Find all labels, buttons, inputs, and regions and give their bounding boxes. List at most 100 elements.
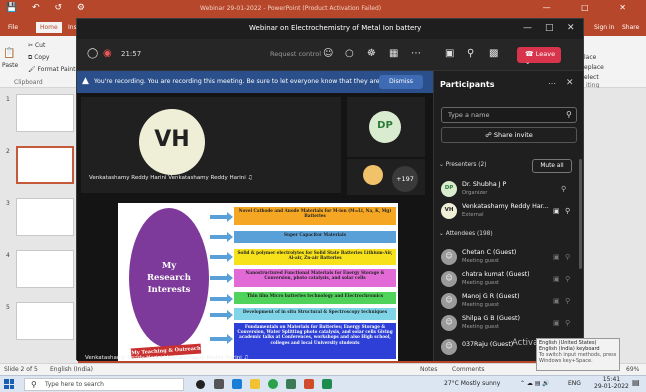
mute-all-button[interactable]: Mute all	[532, 159, 572, 173]
participant-row[interactable]: ☺ chatra kumat (Guest) Meeting guest ▣ ⚲	[441, 269, 577, 291]
guest-avatar-icon: ☺	[441, 339, 457, 355]
comments-button[interactable]: Comments	[452, 366, 485, 373]
share-button[interactable]: Share	[622, 24, 639, 31]
windows-taskbar: ⚲ Type here to search 27°C Mostly sunny …	[0, 375, 646, 392]
video-off-icon: ▣	[553, 275, 560, 283]
select-button[interactable]: elect	[584, 74, 599, 81]
video-tile-small[interactable]: DP	[347, 97, 425, 157]
participant-name: chatra kumat (Guest)	[462, 271, 530, 278]
copy-button[interactable]: ⧉ Copy	[28, 54, 49, 62]
dismiss-button[interactable]: Dismiss	[379, 75, 423, 89]
info-icon[interactable]: ◯	[87, 48, 98, 60]
notifications-icon[interactable]: ▤	[632, 378, 640, 387]
windows-start-icon[interactable]	[4, 379, 14, 389]
slide-thumbnail-4[interactable]	[16, 250, 74, 288]
share-invite-button[interactable]: ☍ Share invite	[441, 127, 577, 143]
meeting-toolbar: ◯ ◉ 21:57 Request control ☺ ○ ☸ ▦ ⋯ ▣ ⚲ …	[77, 39, 583, 71]
more-options-icon[interactable]: ⋯	[411, 48, 421, 60]
format-painter-button[interactable]: 🖌 Format Painter	[28, 66, 82, 73]
replace-button[interactable]: eplace	[584, 64, 604, 71]
close-icon[interactable]: ✕	[566, 78, 574, 88]
research-box: Solid & polymer electrolytes for Solid S…	[234, 249, 396, 265]
language-status[interactable]: English (India)	[50, 366, 93, 373]
weather-widget[interactable]: 27°C Mostly sunny	[444, 380, 500, 387]
leave-button[interactable]: ☎ Leave ⌄	[517, 47, 561, 66]
participant-name: Venkatashamy Reddy Har...	[462, 203, 549, 210]
slide-thumbnail-1[interactable]	[16, 94, 74, 132]
notes-button[interactable]: Notes	[420, 366, 437, 373]
participant-role: Organizer	[462, 190, 488, 196]
place-label[interactable]: lace	[584, 54, 596, 61]
research-box: Nanostructured Functional Materials for …	[234, 269, 396, 287]
cut-button[interactable]: ✂ Cut	[28, 42, 45, 49]
participant-row[interactable]: VH Venkatashamy Reddy Har... External ▣ …	[441, 201, 577, 223]
store-icon[interactable]	[286, 379, 296, 389]
shared-slide: My Research Interests Novel Cathode and …	[118, 203, 398, 361]
avatar: DP	[441, 181, 457, 197]
cortana-icon[interactable]	[196, 380, 205, 389]
participant-row[interactable]: ☺ Chetan C (Guest) Meeting guest ▣ ⚲	[441, 247, 577, 269]
video-off-icon: ▣	[553, 297, 560, 305]
audio-icon: ♫	[247, 175, 253, 181]
close-icon[interactable]: ✕	[567, 23, 575, 33]
video-tile-main[interactable]: VH Venkatashamy Reddy Harini Venkatasham…	[81, 97, 341, 193]
task-view-icon[interactable]	[214, 379, 224, 389]
participants-icon[interactable]: ☺	[323, 48, 333, 60]
video-off-icon[interactable]: ▣	[445, 48, 454, 60]
webex-meeting-window: Webinar on Electrochemistry of Metal Ion…	[76, 18, 584, 361]
mic-muted-icon[interactable]: ⚲	[561, 185, 566, 193]
mic-icon[interactable]: ⚲	[565, 207, 570, 215]
participants-panel: Participants ⋯ ✕ Type a name ⚲ ☍ Share i…	[433, 71, 583, 361]
presenters-section-header[interactable]: ⌄ Presenters (2)	[439, 162, 486, 168]
participants-scrollbar[interactable]	[579, 159, 582, 269]
chrome-icon[interactable]	[268, 379, 278, 389]
minimize-icon[interactable]: —	[523, 23, 532, 33]
slide-thumbnail-3[interactable]	[16, 198, 74, 236]
edge-icon[interactable]	[232, 379, 242, 389]
participant-row[interactable]: ☺ Shilpa G B (Guest) Meeting guest ▣ ⚲	[441, 313, 577, 335]
zoom-level[interactable]: 69%	[626, 366, 639, 373]
participant-search-input[interactable]: Type a name ⚲	[441, 107, 577, 123]
quick-access-toolbar[interactable]: 💾 ↶ ↺ ⚙	[6, 3, 91, 13]
powerpoint-window-title: Webinar 29-01-2022 - PowerPoint (Product…	[200, 5, 382, 12]
layout-icon[interactable]: ▩	[489, 48, 498, 60]
powerpoint-window-controls[interactable]: — □ ✕	[543, 3, 640, 12]
more-participants-badge[interactable]: +197	[392, 166, 418, 192]
participant-name: Manoj G R (Guest)	[462, 293, 520, 300]
more-options-icon[interactable]: ⋯	[548, 79, 556, 88]
clipboard-group-label: Clipboard	[14, 79, 43, 86]
arrow-icon	[210, 294, 233, 304]
paste-button[interactable]: Paste	[2, 62, 18, 69]
video-off-icon: ▣	[553, 253, 560, 261]
attendees-section-header[interactable]: ⌄ Attendees (198)	[439, 231, 493, 237]
video-off-icon: ▣	[553, 319, 560, 327]
mic-muted-icon[interactable]: ⚲	[467, 48, 474, 60]
powerpoint-taskbar-icon[interactable]	[304, 379, 314, 389]
request-control-button[interactable]: Request control	[270, 50, 321, 58]
language-indicator[interactable]: ENG	[568, 380, 581, 387]
chat-icon[interactable]: ○	[345, 48, 354, 60]
reactions-icon[interactable]: ☸	[367, 48, 376, 60]
search-icon: ⚲	[566, 110, 572, 119]
taskbar-search-input[interactable]: ⚲ Type here to search	[24, 378, 184, 391]
slide-thumbnail-2[interactable]	[16, 146, 74, 184]
mic-muted-icon: ⚲	[565, 275, 571, 283]
slide-thumbnail-5[interactable]	[16, 302, 74, 340]
maximize-icon[interactable]: □	[545, 23, 554, 33]
paste-icon[interactable]: 📋	[3, 48, 15, 59]
file-explorer-icon[interactable]	[250, 379, 260, 389]
participant-row[interactable]: ☺ Manoj G R (Guest) Meeting guest ▣ ⚲	[441, 291, 577, 313]
tab-home[interactable]: Home	[36, 22, 62, 33]
sign-in-link[interactable]: Sign in	[594, 24, 614, 31]
recording-icon[interactable]: ◉	[103, 48, 112, 60]
participant-name: 037Raju (Guest)	[462, 341, 514, 348]
share-screen-icon[interactable]: ▦	[389, 48, 398, 60]
tab-file[interactable]: File	[4, 22, 22, 33]
system-tray-icons[interactable]: ⌃ ☁ ▤ 🔊	[520, 380, 550, 387]
webex-taskbar-icon[interactable]	[322, 379, 332, 389]
audio-icon: ♫	[243, 355, 249, 361]
clock[interactable]: 15:41 29-01-2022	[594, 376, 629, 390]
webex-title-bar: Webinar on Electrochemistry of Metal Ion…	[77, 19, 583, 39]
participant-row[interactable]: DP Dr. Shubha J P Organizer ⚲	[441, 179, 577, 201]
warning-icon: ▲	[82, 76, 89, 86]
